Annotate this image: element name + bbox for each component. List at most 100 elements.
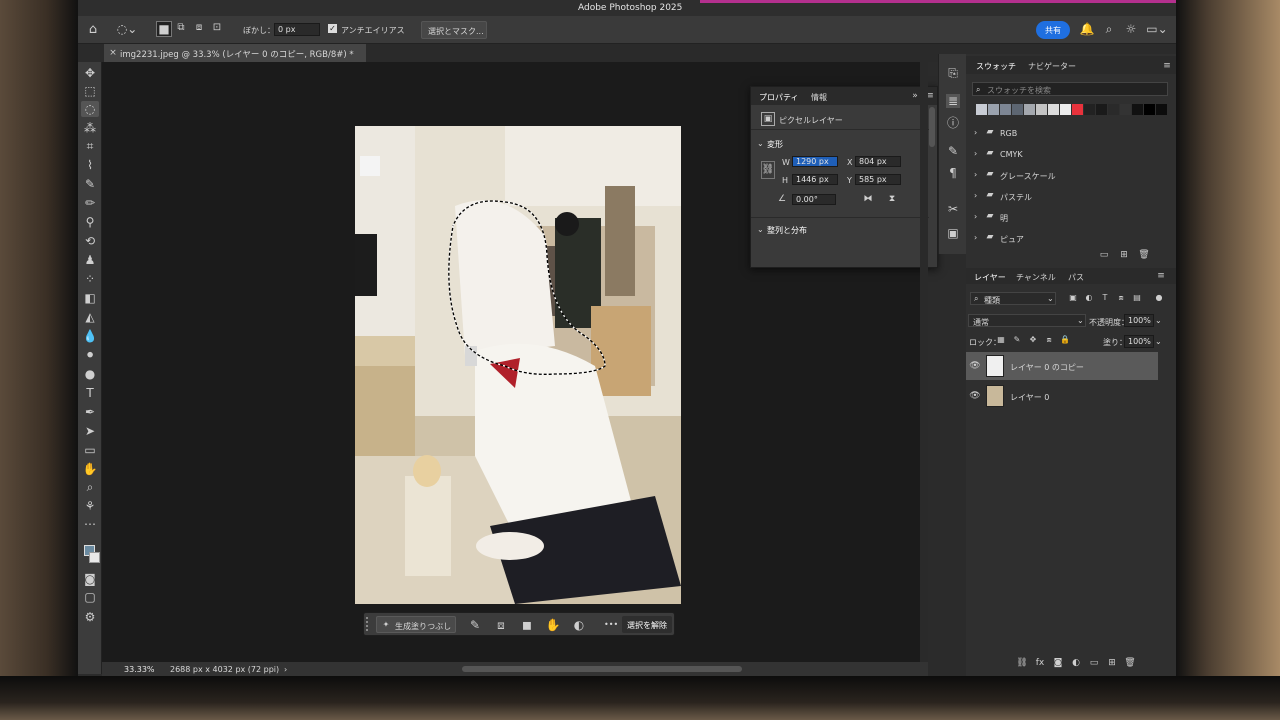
- new-selection-icon[interactable]: ■: [156, 21, 172, 37]
- chevron-right-icon[interactable]: ›: [974, 170, 977, 179]
- select-and-mask-button[interactable]: 選択とマスク...: [421, 21, 487, 39]
- zoom-level[interactable]: 33.33%: [124, 665, 155, 674]
- folder-icon[interactable]: ▭: [1098, 249, 1110, 261]
- hand-tool-icon[interactable]: ✋: [82, 462, 98, 476]
- color-swatch[interactable]: [1120, 104, 1131, 115]
- panel-menu-icon[interactable]: ≡: [1162, 61, 1172, 71]
- add-mask-icon[interactable]: ◙: [1052, 657, 1064, 669]
- group-icon[interactable]: ▭: [1088, 657, 1100, 669]
- chevron-right-icon[interactable]: ›: [974, 191, 977, 200]
- lock-pixels-icon[interactable]: ✎: [1012, 335, 1022, 345]
- workspace-icon[interactable]: ▭⌄: [1146, 22, 1168, 36]
- filter-toggle-icon[interactable]: ●: [1154, 293, 1164, 303]
- color-swatch[interactable]: [1012, 104, 1023, 115]
- clone-stamp-icon[interactable]: ⚲: [82, 215, 98, 229]
- height-input[interactable]: 1446 px: [792, 174, 838, 185]
- brush-tool-icon[interactable]: ✏: [82, 196, 98, 210]
- tab-channels[interactable]: チャンネル: [1016, 272, 1056, 283]
- move-tool-icon[interactable]: ✥: [82, 66, 98, 80]
- history-brush-icon[interactable]: ⟲: [82, 234, 98, 248]
- rectangle-tool-icon[interactable]: ▭: [82, 443, 98, 457]
- adjustment-icon[interactable]: ◐: [572, 618, 586, 632]
- tab-layers[interactable]: レイヤー: [974, 272, 1006, 283]
- color-swatch[interactable]: [1156, 104, 1167, 115]
- paint-bucket-icon[interactable]: ◭: [82, 310, 98, 324]
- spot-healing-icon[interactable]: ✎: [82, 177, 98, 191]
- swatch-search-input[interactable]: ⌕ スウォッチを検索: [972, 82, 1168, 96]
- chevron-down-icon[interactable]: ⌄: [1155, 316, 1162, 325]
- angle-input[interactable]: 0.00°: [792, 194, 836, 205]
- crop-tool-icon[interactable]: ⌗: [82, 139, 98, 153]
- color-swatch[interactable]: [1060, 104, 1071, 115]
- pen-tool-icon[interactable]: ✒: [82, 405, 98, 419]
- color-swatch[interactable]: [1036, 104, 1047, 115]
- link-icon[interactable]: ⛓: [761, 161, 775, 179]
- transform-icon[interactable]: ⧈: [494, 618, 508, 632]
- tab-paths[interactable]: パス: [1068, 272, 1084, 283]
- y-input[interactable]: 585 px: [855, 174, 901, 185]
- lock-position-icon[interactable]: ✥: [1028, 335, 1038, 345]
- filter-pixel-icon[interactable]: ▣: [1068, 293, 1078, 303]
- layer-row-base[interactable]: 👁 レイヤー 0: [966, 382, 1158, 410]
- search-icon[interactable]: ⌕: [1102, 22, 1116, 36]
- delete-icon[interactable]: 🗑: [1138, 249, 1150, 261]
- home-icon[interactable]: ⌂: [84, 20, 102, 38]
- tab-swatches[interactable]: スウォッチ: [976, 61, 1016, 72]
- remove-tool-icon[interactable]: ⁘: [82, 272, 98, 286]
- color-swatch[interactable]: [1084, 104, 1095, 115]
- chevron-right-icon[interactable]: ›: [974, 212, 977, 221]
- visibility-eye-icon[interactable]: 👁: [969, 361, 981, 371]
- artboard-icon[interactable]: ⚙: [82, 610, 98, 624]
- properties-icon[interactable]: ≣: [946, 94, 960, 108]
- panel-menu-icon[interactable]: ≡: [1156, 271, 1166, 281]
- marquee-tool-icon[interactable]: ⬚: [82, 84, 98, 98]
- flip-horizontal-icon[interactable]: ⧓: [861, 194, 875, 205]
- subtract-selection-icon[interactable]: ⧈: [192, 21, 206, 35]
- more-options-icon[interactable]: •••: [604, 620, 618, 629]
- swatch-group[interactable]: › ▰ パステル: [972, 187, 1152, 205]
- lock-artboard-icon[interactable]: ⧈: [1044, 335, 1054, 345]
- layer-style-icon[interactable]: fx: [1034, 657, 1046, 669]
- chevron-right-icon[interactable]: ›: [974, 233, 977, 242]
- libraries-icon[interactable]: ▣: [946, 226, 960, 240]
- chevron-down-icon[interactable]: ⌄: [1155, 337, 1162, 346]
- feather-input[interactable]: 0 px: [274, 23, 320, 36]
- swatch-group[interactable]: › ▰ ピュア: [972, 229, 1152, 247]
- canvas-scrollbar-vertical[interactable]: [920, 62, 928, 662]
- width-input[interactable]: 1290 px: [792, 156, 838, 167]
- tools-icon[interactable]: ✂: [946, 202, 960, 216]
- add-selection-icon[interactable]: ⧉: [174, 21, 188, 35]
- type-tool-icon[interactable]: T: [82, 386, 98, 400]
- blur-tool-icon[interactable]: 💧: [82, 329, 98, 343]
- share-button[interactable]: 共有: [1036, 21, 1070, 39]
- antialias-checkbox[interactable]: ✓: [328, 24, 337, 33]
- swatch-group[interactable]: › ▰ 明: [972, 208, 1152, 226]
- x-input[interactable]: 804 px: [855, 156, 901, 167]
- color-swatch[interactable]: [1108, 104, 1119, 115]
- new-swatch-icon[interactable]: ⊞: [1118, 249, 1130, 261]
- opacity-input[interactable]: 100%: [1124, 314, 1154, 327]
- deselect-button[interactable]: 選択を解除: [622, 616, 672, 633]
- drag-handle[interactable]: [366, 617, 369, 631]
- dodge-tool-icon[interactable]: ⚫: [82, 348, 98, 362]
- info-icon[interactable]: ⓘ: [946, 116, 960, 130]
- link-layers-icon[interactable]: ⛓: [1016, 657, 1028, 669]
- mask-icon[interactable]: ◼: [520, 618, 534, 632]
- brush-icon[interactable]: ✎: [468, 618, 482, 632]
- filter-type-icon[interactable]: T: [1100, 293, 1110, 303]
- lock-transparent-icon[interactable]: ▦: [996, 335, 1006, 345]
- close-tab-icon[interactable]: ×: [108, 47, 118, 59]
- lock-all-icon[interactable]: 🔒: [1060, 335, 1070, 345]
- zoom-tool-icon[interactable]: ⌕: [82, 480, 98, 494]
- layer-row-copy[interactable]: 👁 レイヤー 0 のコピー: [966, 352, 1158, 380]
- color-swatch[interactable]: [1024, 104, 1035, 115]
- generative-fill-button[interactable]: ✦ 生成塗りつぶし: [376, 616, 456, 633]
- screen-mode-icon[interactable]: ▢: [82, 590, 98, 604]
- swatch-group[interactable]: › ▰ グレースケール: [972, 166, 1152, 184]
- tab-properties[interactable]: プロパティ: [759, 92, 799, 103]
- visibility-eye-icon[interactable]: 👁: [969, 391, 981, 401]
- properties-scrollbar[interactable]: [929, 107, 935, 147]
- adjustment-layer-icon[interactable]: ◐: [1070, 657, 1082, 669]
- swatch-group[interactable]: › ▰ CMYK: [972, 145, 1152, 163]
- layer-filter-select[interactable]: ⌕ 種類 ⌄: [970, 292, 1056, 305]
